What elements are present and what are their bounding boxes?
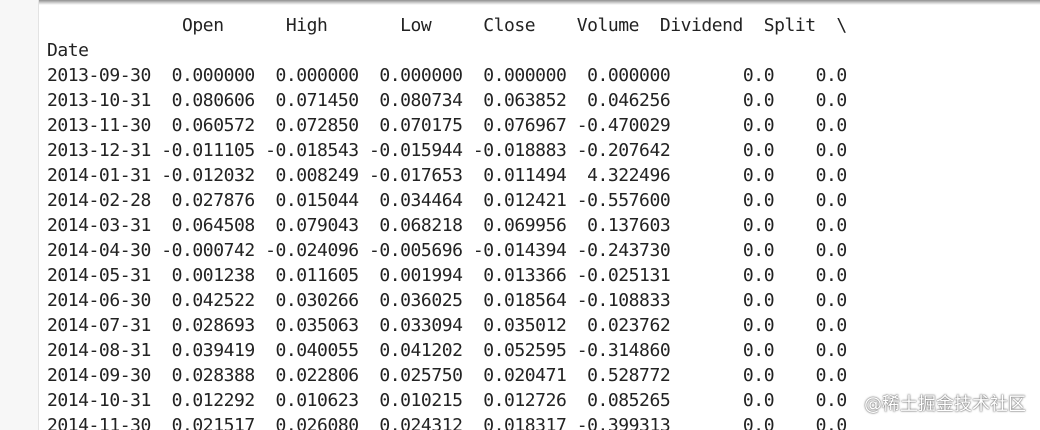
table-row: 2014-08-31 0.039419 0.040055 0.041202 0.… (47, 340, 847, 361)
dataframe-header: Open High Low Close Volume Dividend Spli… (47, 15, 847, 36)
table-row: 2014-02-28 0.027876 0.015044 0.034464 0.… (47, 190, 847, 211)
table-row: 2014-03-31 0.064508 0.079043 0.068218 0.… (47, 215, 847, 236)
table-row: 2014-11-30 0.021517 0.026080 0.024312 0.… (47, 415, 847, 430)
watermark: @稀土掘金技术社区 (864, 394, 1026, 415)
table-row: 2014-05-31 0.001238 0.011605 0.001994 0.… (47, 265, 847, 286)
table-row: 2014-06-30 0.042522 0.030266 0.036025 0.… (47, 290, 847, 311)
table-row: 2014-09-30 0.028388 0.022806 0.025750 0.… (47, 365, 847, 386)
cell-gutter (0, 0, 39, 430)
table-row: 2013-09-30 0.000000 0.000000 0.000000 0.… (47, 65, 847, 86)
table-row: 2014-01-31 -0.012032 0.008249 -0.017653 … (47, 165, 847, 186)
table-row: 2013-11-30 0.060572 0.072850 0.070175 0.… (47, 115, 847, 136)
dataframe-output: Open High Low Close Volume Dividend Spli… (47, 13, 847, 430)
cell-output: Open High Low Close Volume Dividend Spli… (40, 0, 1040, 430)
table-row: 2014-10-31 0.012292 0.010623 0.010215 0.… (47, 390, 847, 411)
dataframe-rows: 2013-09-30 0.000000 0.000000 0.000000 0.… (47, 63, 847, 430)
table-row: 2014-07-31 0.028693 0.035063 0.033094 0.… (47, 315, 847, 336)
table-row: 2013-12-31 -0.011105 -0.018543 -0.015944… (47, 140, 847, 161)
table-row: 2014-04-30 -0.000742 -0.024096 -0.005696… (47, 240, 847, 261)
table-row: 2013-10-31 0.080606 0.071450 0.080734 0.… (47, 90, 847, 111)
index-name: Date (47, 40, 89, 61)
